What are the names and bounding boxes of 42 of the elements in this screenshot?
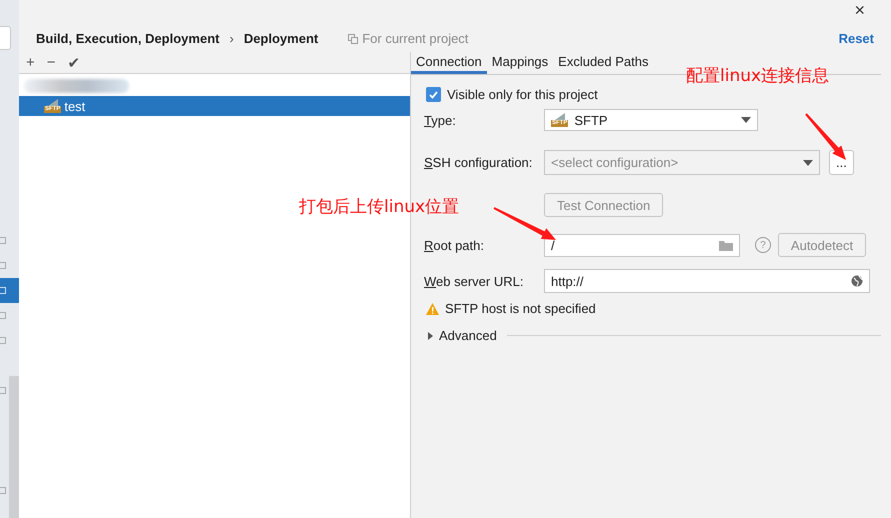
checkbox[interactable] bbox=[426, 87, 441, 102]
copy-icon bbox=[348, 34, 358, 44]
breadcrumb-separator: › bbox=[229, 31, 234, 46]
expand-icon[interactable] bbox=[428, 332, 433, 340]
sidebar-item[interactable] bbox=[0, 278, 19, 303]
field-label: SSH configuration: bbox=[424, 155, 534, 170]
tab[interactable]: Excluded Paths bbox=[553, 52, 654, 74]
dropdown-placeholder: <select configuration> bbox=[551, 155, 678, 170]
globe-icon[interactable] bbox=[851, 275, 863, 287]
remove-button[interactable]: − bbox=[46, 54, 56, 71]
search-field[interactable] bbox=[0, 26, 11, 50]
caret-icon bbox=[741, 117, 751, 123]
field-label: Type: bbox=[424, 112, 457, 128]
scope-label: For current project bbox=[362, 31, 468, 46]
caret-icon bbox=[803, 160, 813, 166]
folder-icon[interactable] bbox=[719, 240, 733, 250]
add-button[interactable]: + bbox=[26, 54, 35, 71]
breadcrumb-item[interactable]: Build, Execution, Deployment bbox=[36, 31, 220, 46]
tree-label: test bbox=[64, 98, 86, 114]
scrollbar[interactable] bbox=[9, 376, 19, 518]
url-field[interactable]: http:// bbox=[544, 269, 870, 293]
tab[interactable]: Connection bbox=[411, 52, 487, 74]
reset-link[interactable]: Reset bbox=[838, 31, 874, 52]
field-label: Root path: bbox=[424, 238, 485, 252]
apply-button[interactable]: ✔ bbox=[68, 54, 81, 72]
field-value: http:// bbox=[551, 274, 584, 288]
field-label: Web server URL: bbox=[424, 274, 524, 288]
field-value: / bbox=[551, 238, 555, 252]
section-title[interactable]: Advanced bbox=[439, 328, 497, 343]
dropdown-value: SFTP bbox=[574, 112, 608, 128]
warning-icon bbox=[426, 302, 439, 314]
warning-text: SFTP host is not specified bbox=[445, 301, 596, 316]
root-path-field[interactable]: / bbox=[544, 234, 740, 256]
checkbox-label: Visible only for this project bbox=[447, 87, 598, 102]
close-button[interactable]: × bbox=[854, 0, 865, 21]
tab[interactable]: Mappings bbox=[486, 52, 554, 74]
annotation-arrow bbox=[805, 113, 846, 160]
checkmark-icon bbox=[429, 90, 438, 98]
annotation-text: 打包后上传linux位置 bbox=[299, 196, 460, 218]
annotation-text: 配置linux连接信息 bbox=[686, 65, 830, 87]
annotation-arrow bbox=[494, 207, 556, 240]
breadcrumb-item: Deployment bbox=[244, 31, 318, 46]
